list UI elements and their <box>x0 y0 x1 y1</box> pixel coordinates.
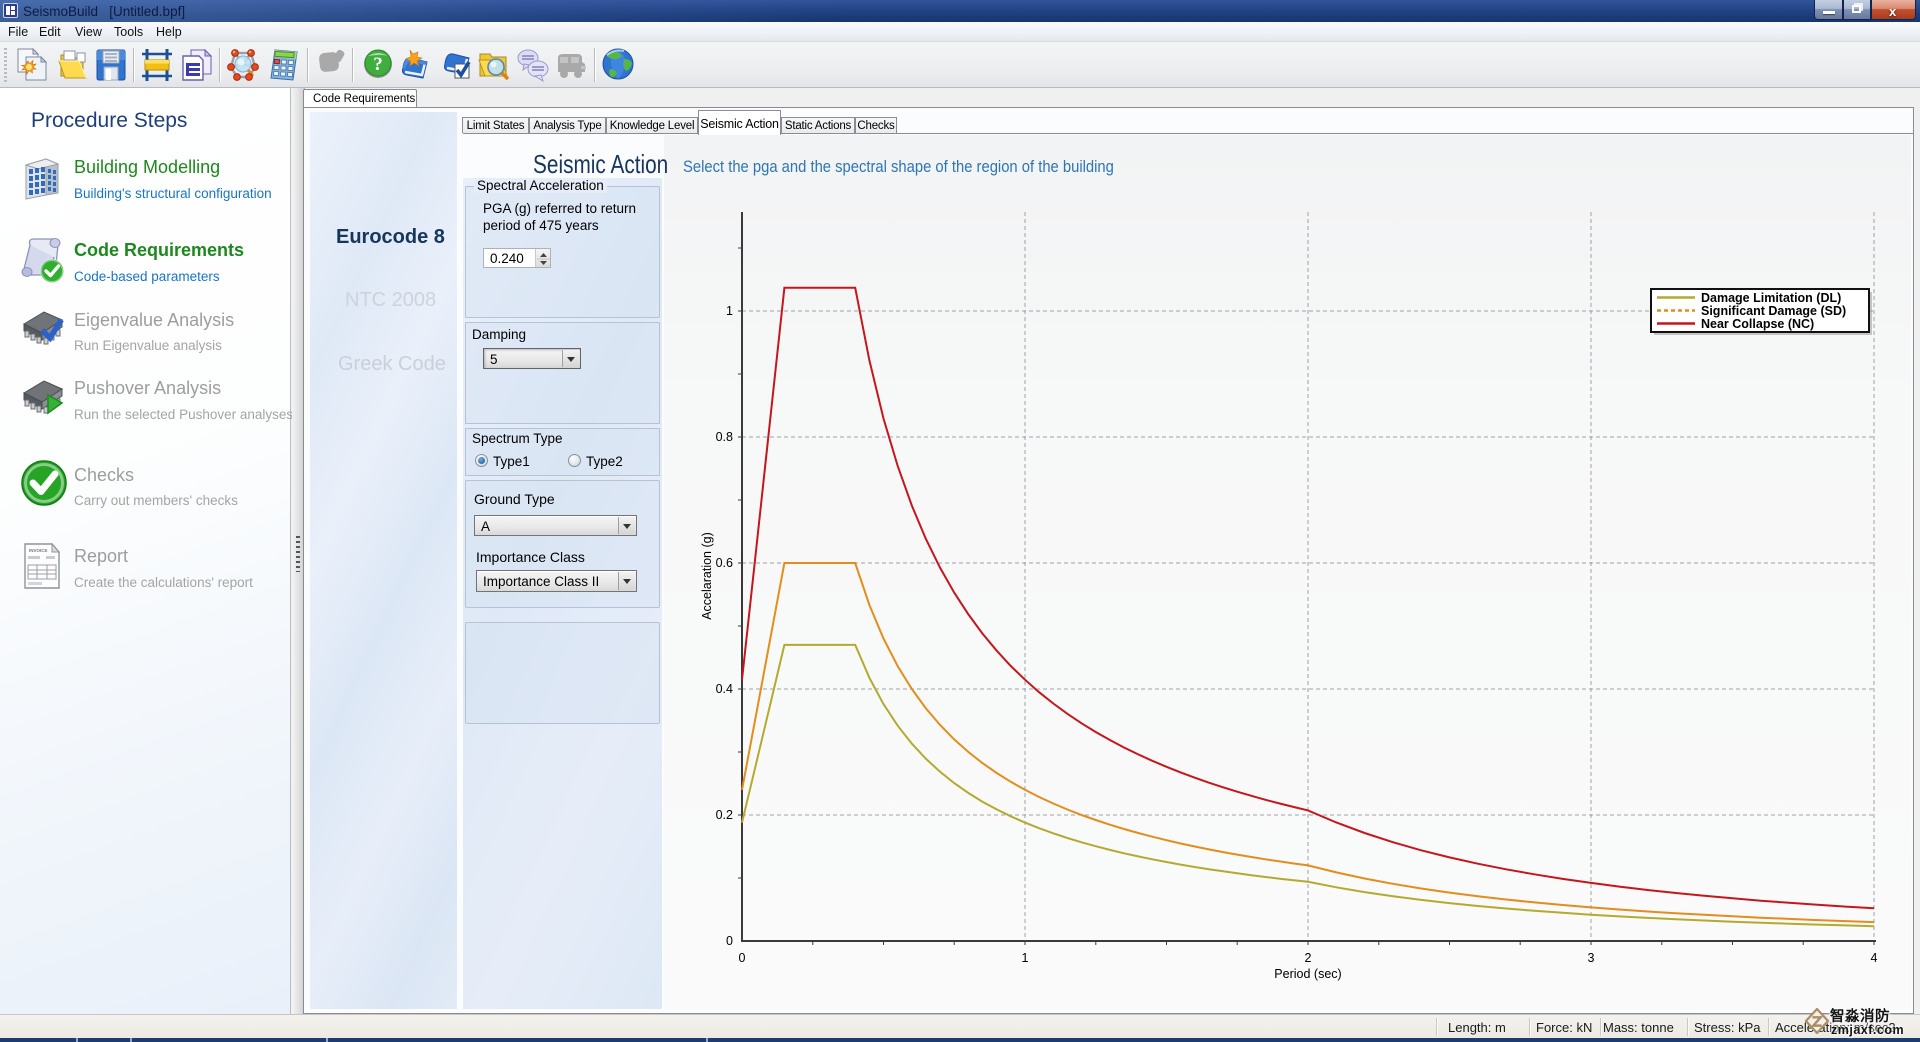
svg-text:Significant Damage (SD): Significant Damage (SD) <box>1701 304 1846 318</box>
svg-text:2: 2 <box>1305 951 1312 965</box>
svg-text:3: 3 <box>1588 951 1595 965</box>
svg-text:0: 0 <box>726 934 733 948</box>
svg-text:?: ? <box>373 54 383 75</box>
svg-text:Accelaration (g): Accelaration (g) <box>700 532 714 620</box>
svg-text:0.6: 0.6 <box>716 556 733 570</box>
svg-text:0: 0 <box>739 951 746 965</box>
svg-text:0.2: 0.2 <box>716 808 733 822</box>
svg-text:Near Collapse (NC): Near Collapse (NC) <box>1701 317 1814 331</box>
svg-text:0.8: 0.8 <box>716 430 733 444</box>
svg-text:4: 4 <box>1871 951 1878 965</box>
svg-text:1: 1 <box>726 304 733 318</box>
svg-text:Period (sec): Period (sec) <box>1274 967 1341 981</box>
svg-text:1: 1 <box>1022 951 1029 965</box>
svg-text:0.4: 0.4 <box>716 682 733 696</box>
svg-text:INVOICE: INVOICE <box>29 548 48 553</box>
svg-text:Damage Limitation (DL): Damage Limitation (DL) <box>1701 291 1841 305</box>
